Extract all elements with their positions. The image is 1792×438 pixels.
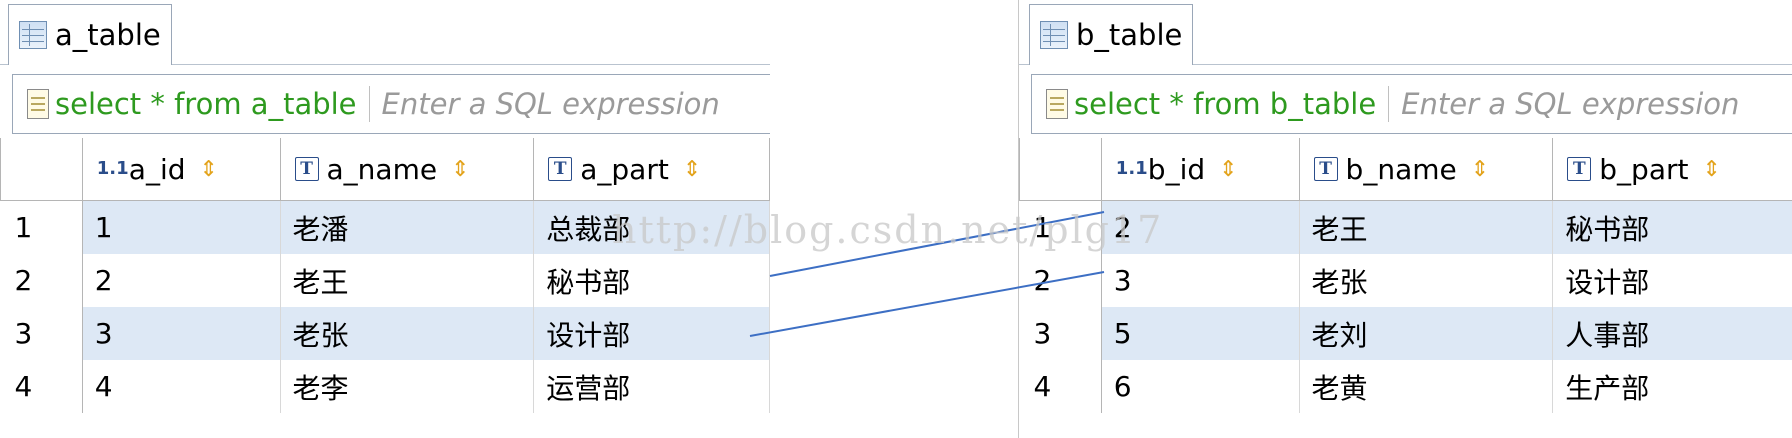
sort-arrows-icon[interactable]: ⇕ xyxy=(1471,157,1489,182)
row-number: 4 xyxy=(0,360,83,413)
cell-a-name[interactable]: 老潘 xyxy=(280,200,535,254)
column-label: a_name xyxy=(326,152,438,186)
b-table-panel: b_table select * from b_table Enter a SQ… xyxy=(1018,0,1792,438)
cell-a-name[interactable]: 老李 xyxy=(280,360,535,413)
cell-b-id[interactable]: 6 xyxy=(1101,360,1300,413)
row-number: 1 xyxy=(1019,200,1102,254)
a-table-panel: a_table select * from a_table Enter a SQ… xyxy=(0,0,770,438)
row-number: 4 xyxy=(1019,360,1102,413)
column-header-b-id[interactable]: 1.1 b_id ⇕ xyxy=(1100,138,1300,201)
tab-strip: b_table xyxy=(1019,0,1792,65)
numeric-column-icon: 1.1 xyxy=(96,158,129,179)
sql-query-text[interactable]: select * from a_table xyxy=(55,87,357,121)
cell-a-part[interactable]: 总裁部 xyxy=(533,200,770,254)
tab-a-table[interactable]: a_table xyxy=(8,4,172,65)
column-header-a-name[interactable]: T a_name ⇕ xyxy=(279,138,535,201)
sql-script-icon xyxy=(1046,89,1068,119)
sort-arrows-icon[interactable]: ⇕ xyxy=(200,157,218,182)
cell-b-id[interactable]: 2 xyxy=(1101,200,1300,254)
table-row[interactable]: 4 6 老黄 生产部 xyxy=(1019,360,1792,413)
tab-label: a_table xyxy=(55,18,161,52)
row-number: 2 xyxy=(1019,254,1102,307)
sql-separator xyxy=(1388,86,1390,122)
cell-b-part[interactable]: 生产部 xyxy=(1552,360,1792,413)
table-row[interactable]: 1 2 老王 秘书部 xyxy=(1019,200,1792,254)
cell-b-name[interactable]: 老黄 xyxy=(1299,360,1554,413)
column-label: a_part xyxy=(580,152,669,186)
row-number: 3 xyxy=(0,307,83,360)
cell-a-part[interactable]: 设计部 xyxy=(533,307,770,360)
row-number: 1 xyxy=(0,200,83,254)
header-row: 1.1 b_id ⇕ T b_name ⇕ T b_part ⇕ xyxy=(1019,138,1792,201)
tab-strip: a_table xyxy=(0,0,770,65)
cell-a-part[interactable]: 运营部 xyxy=(533,360,770,413)
cell-b-id[interactable]: 5 xyxy=(1101,307,1300,360)
cell-a-name[interactable]: 老王 xyxy=(280,254,535,307)
cell-b-name[interactable]: 老刘 xyxy=(1299,307,1554,360)
sort-arrows-icon[interactable]: ⇕ xyxy=(1219,157,1237,182)
cell-b-part[interactable]: 设计部 xyxy=(1552,254,1792,307)
column-label: b_name xyxy=(1345,152,1457,186)
sql-expression-input[interactable]: Enter a SQL expression xyxy=(382,87,720,121)
text-column-icon: T xyxy=(294,157,319,181)
cell-b-name[interactable]: 老王 xyxy=(1299,200,1554,254)
cell-a-part[interactable]: 秘书部 xyxy=(533,254,770,307)
cell-b-name[interactable]: 老张 xyxy=(1299,254,1554,307)
table-row[interactable]: 2 2 老王 秘书部 xyxy=(0,254,770,307)
cell-a-id[interactable]: 4 xyxy=(82,360,281,413)
table-icon xyxy=(1040,21,1068,49)
b-table-grid: 1.1 b_id ⇕ T b_name ⇕ T b_part ⇕ 1 2 老王 … xyxy=(1019,138,1792,413)
sort-arrows-icon[interactable]: ⇕ xyxy=(683,157,701,182)
sql-script-icon xyxy=(27,89,49,119)
text-column-icon: T xyxy=(1313,157,1338,181)
column-label: a_id xyxy=(128,152,186,186)
table-row[interactable]: 1 1 老潘 总裁部 xyxy=(0,200,770,254)
cell-b-id[interactable]: 3 xyxy=(1101,254,1300,307)
column-header-b-name[interactable]: T b_name ⇕ xyxy=(1298,138,1554,201)
cell-a-name[interactable]: 老张 xyxy=(280,307,535,360)
cell-a-id[interactable]: 3 xyxy=(82,307,281,360)
table-icon xyxy=(19,21,47,49)
table-row[interactable]: 2 3 老张 设计部 xyxy=(1019,254,1792,307)
column-header-b-part[interactable]: T b_part ⇕ xyxy=(1552,138,1792,201)
text-column-icon: T xyxy=(1567,157,1592,181)
row-number: 2 xyxy=(0,254,83,307)
column-label: b_id xyxy=(1147,152,1206,186)
row-number: 3 xyxy=(1019,307,1102,360)
sql-query-text[interactable]: select * from b_table xyxy=(1074,87,1376,121)
text-column-icon: T xyxy=(548,157,573,181)
cell-a-id[interactable]: 2 xyxy=(82,254,281,307)
column-header-a-part[interactable]: T a_part ⇕ xyxy=(533,138,770,201)
cell-b-part[interactable]: 秘书部 xyxy=(1552,200,1792,254)
table-row[interactable]: 3 3 老张 设计部 xyxy=(0,307,770,360)
sort-arrows-icon[interactable]: ⇕ xyxy=(1702,157,1720,182)
sql-separator xyxy=(368,86,370,122)
cell-a-id[interactable]: 1 xyxy=(82,200,281,254)
table-row[interactable]: 4 4 老李 运营部 xyxy=(0,360,770,413)
cell-b-part[interactable]: 人事部 xyxy=(1552,307,1792,360)
tab-b-table[interactable]: b_table xyxy=(1029,4,1194,65)
sort-arrows-icon[interactable]: ⇕ xyxy=(451,157,469,182)
tab-label: b_table xyxy=(1076,18,1183,52)
numeric-column-icon: 1.1 xyxy=(1115,158,1148,179)
row-number-header xyxy=(1019,138,1102,201)
sql-expression-input[interactable]: Enter a SQL expression xyxy=(1401,87,1739,121)
table-row[interactable]: 3 5 老刘 人事部 xyxy=(1019,307,1792,360)
column-header-a-id[interactable]: 1.1 a_id ⇕ xyxy=(81,138,281,201)
a-table-grid: 1.1 a_id ⇕ T a_name ⇕ T a_part ⇕ 1 1 老潘 … xyxy=(0,138,770,413)
sql-filter-bar[interactable]: select * from a_table Enter a SQL expres… xyxy=(12,74,770,134)
header-row: 1.1 a_id ⇕ T a_name ⇕ T a_part ⇕ xyxy=(0,138,770,201)
sql-filter-bar[interactable]: select * from b_table Enter a SQL expres… xyxy=(1031,74,1792,134)
column-label: b_part xyxy=(1599,152,1689,186)
row-number-header xyxy=(0,138,83,201)
